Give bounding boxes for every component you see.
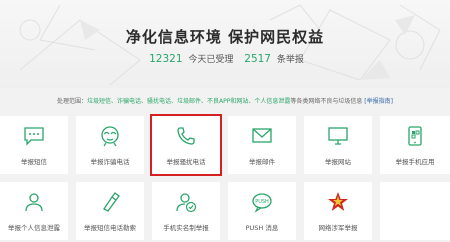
tile-label: 手机实名制举报	[163, 224, 209, 232]
hero-banner: 净化信息环境 保护网民权益 12321 今天已受理 2517 条举报	[0, 0, 450, 88]
tile-label: 举报骚扰电话	[166, 158, 206, 166]
scope-suffix: 等各类网络不良与垃圾信息	[290, 98, 363, 105]
tile-label: 举报邮件	[249, 158, 275, 166]
report-count: 2517	[244, 53, 271, 65]
tile-report-mobile-app[interactable]: 举报手机应用	[380, 116, 450, 174]
tile-push-message[interactable]: PUSH PUSH 消息	[228, 182, 296, 240]
svg-text:PUSH: PUSH	[255, 199, 269, 205]
tile-real-name-report[interactable]: 手机实名制举报	[152, 182, 220, 240]
tile-label: 举报网站	[325, 158, 351, 166]
tile-label: 举报诈骗电话	[90, 158, 130, 166]
tile-report-harassment-call[interactable]: 举报骚扰电话	[150, 114, 222, 176]
person-id-icon	[0, 191, 68, 213]
tile-report-sms[interactable]: 举报短信	[0, 116, 68, 174]
tile-label: 举报个人信息泄露	[8, 224, 60, 232]
extortion-icon	[76, 191, 144, 213]
report-category-grid: 举报短信 举报诈骗电话 举报骚扰电话 举报邮件 举报网站 举报手机应用 举报个人…	[0, 114, 450, 242]
tile-military-report[interactable]: 网络涉军举报	[304, 182, 372, 240]
military-star-icon	[304, 191, 372, 213]
report-guide-link[interactable]: [举报指南]	[364, 98, 393, 105]
processed-count: 12321	[149, 53, 183, 65]
tile-label: PUSH 消息	[245, 224, 279, 232]
tile-report-personal-info-leak[interactable]: 举报个人信息泄露	[0, 182, 68, 240]
push-bubble-icon: PUSH	[228, 191, 296, 213]
user-check-icon	[152, 191, 220, 213]
mobile-app-icon	[380, 125, 450, 147]
report-label: 条举报	[276, 55, 304, 65]
tile-report-email[interactable]: 举报邮件	[228, 116, 296, 174]
processed-label: 今天已受理	[188, 55, 234, 65]
monitor-icon	[304, 125, 372, 147]
tile-label: 举报手机应用	[395, 158, 435, 166]
more-icon	[380, 191, 450, 213]
tile-label: 举报短信电话勒索	[84, 224, 136, 232]
phone-handset-icon	[152, 125, 220, 147]
scope-items: 垃圾短信、诈骗电话、骚扰电话、垃圾邮件、不良APP和网站、个人信息泄露	[87, 98, 291, 105]
stats-line: 12321 今天已受理 2517 条举报	[0, 52, 450, 65]
scope-prefix: 处理范围：	[57, 98, 88, 105]
tile-label: 网络涉军举报	[318, 224, 358, 232]
chat-bubble-icon	[0, 125, 68, 147]
fraud-mask-icon	[76, 125, 144, 147]
tile-more[interactable]	[380, 182, 450, 240]
scope-line: 处理范围：垃圾短信、诈骗电话、骚扰电话、垃圾邮件、不良APP和网站、个人信息泄露…	[0, 96, 450, 108]
page-title: 净化信息环境 保护网民权益	[125, 28, 325, 46]
tile-report-website[interactable]: 举报网站	[304, 116, 372, 174]
tile-report-extortion[interactable]: 举报短信电话勒索	[76, 182, 144, 240]
tile-report-fraud-call[interactable]: 举报诈骗电话	[76, 116, 144, 174]
tile-label: 举报短信	[21, 158, 47, 166]
envelope-icon	[228, 125, 296, 147]
